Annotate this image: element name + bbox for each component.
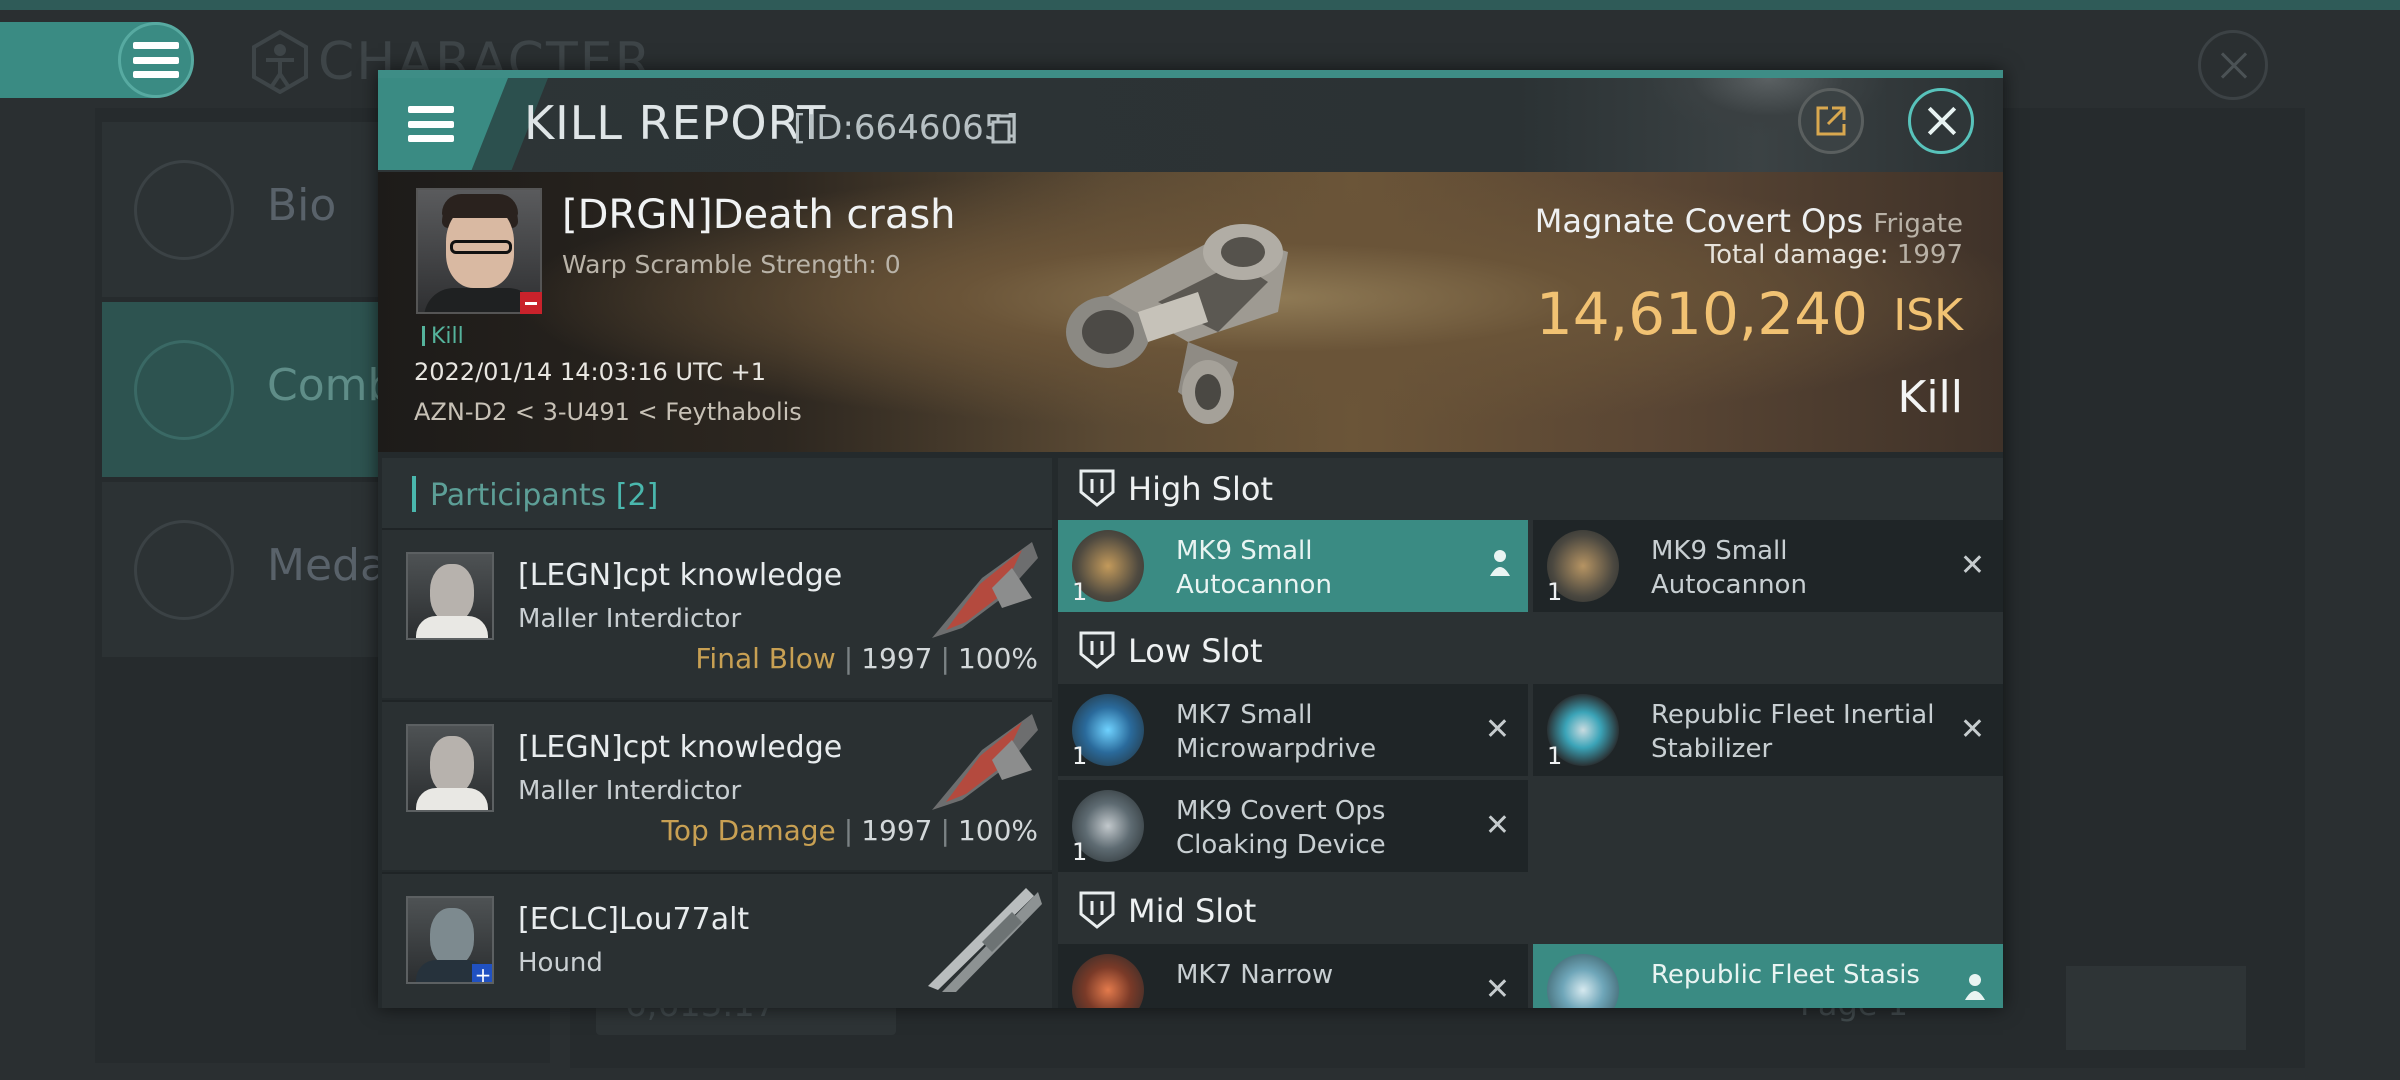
participant-ship-image xyxy=(932,542,1038,638)
participant-name: [ECLC]Lou77alt xyxy=(518,902,750,937)
participant-row[interactable]: [LEGN]cpt knowledge Maller Interdictor F… xyxy=(382,528,1052,698)
participant-ship: Maller Interdictor xyxy=(518,604,742,634)
warp-scramble-text: Warp Scramble Strength: 0 xyxy=(562,250,901,279)
isk-unit: ISK xyxy=(1893,290,1963,341)
menu-icon xyxy=(133,42,179,78)
module-quantity: 1 xyxy=(1072,578,1088,606)
module-quantity: 1 xyxy=(1072,742,1088,770)
victim-ship-image[interactable] xyxy=(1038,192,1318,432)
kill-tag: Kill xyxy=(422,324,464,349)
stasis-webifier-icon xyxy=(1547,954,1619,1008)
kill-timestamp: 2022/01/14 14:03:16 UTC +1 xyxy=(414,358,766,386)
shield-slot-icon xyxy=(1079,631,1115,669)
participant-avatar[interactable] xyxy=(406,724,494,812)
standing-minus-icon xyxy=(520,292,542,314)
participant-stats: Top Damage | 1997 | 100% xyxy=(661,814,1038,847)
slot-title: High Slot xyxy=(1128,470,1274,508)
participant-ship: Hound xyxy=(518,948,603,978)
destroyed-icon: ✕ xyxy=(1484,712,1510,747)
victim-ship-class: Frigate xyxy=(1873,209,1963,239)
top-accent-line xyxy=(0,0,2400,10)
kill-report-dialog: KILL REPORT [ID:6646065] [DRGN]Death cra… xyxy=(378,70,2003,1008)
destroyed-icon: ✕ xyxy=(1484,972,1510,1007)
participants-title: Participants [2] xyxy=(430,478,659,513)
share-button[interactable] xyxy=(1798,88,1864,154)
character-icon xyxy=(252,30,308,94)
high-slot-header: High Slot xyxy=(1058,458,2003,516)
participant-row[interactable]: + [ECLC]Lou77alt Hound xyxy=(382,872,1052,1008)
kill-result: Kill xyxy=(1897,372,1963,423)
module-quantity: 1 xyxy=(1547,578,1563,606)
module-item[interactable]: 1 MK9 Small Autocannon ✕ xyxy=(1533,520,2003,612)
slot-title: Mid Slot xyxy=(1128,892,1257,930)
dialog-title: KILL REPORT xyxy=(524,96,827,150)
warp-scrambler-icon xyxy=(1072,954,1144,1008)
module-quantity: 1 xyxy=(1547,742,1563,770)
module-name: MK9 Small Autocannon xyxy=(1651,536,1807,600)
shield-slot-icon xyxy=(1079,891,1115,929)
module-item[interactable]: 1 MK9 Small Autocannon xyxy=(1058,520,1528,612)
participants-header: Participants [2] xyxy=(382,458,1052,528)
module-name: Republic Fleet Inertial Stabilizer xyxy=(1651,700,1935,764)
module-quantity: 1 xyxy=(1072,838,1088,866)
victim-ship-name[interactable]: Magnate Covert Ops Frigate xyxy=(1535,202,1963,240)
participant-row[interactable]: [LEGN]cpt knowledge Maller Interdictor T… xyxy=(382,700,1052,870)
participant-stats: Final Blow | 1997 | 100% xyxy=(695,642,1038,675)
filter-button[interactable] xyxy=(2066,966,2246,1050)
shield-slot-icon xyxy=(1079,469,1115,507)
participants-panel: Participants [2] [LEGN]cpt knowledge Mal… xyxy=(382,458,1052,1008)
destroyed-icon: ✕ xyxy=(1959,548,1985,583)
kill-id: [ID:6646065] xyxy=(793,108,1019,148)
module-item[interactable]: MK7 Narrow ✕ xyxy=(1058,944,1528,1008)
person-icon xyxy=(1490,550,1510,576)
copy-icon[interactable] xyxy=(991,114,1017,144)
slot-title: Low Slot xyxy=(1128,632,1263,670)
participant-avatar[interactable]: + xyxy=(406,896,494,984)
module-name: Republic Fleet Stasis xyxy=(1651,960,1920,990)
module-item[interactable]: Republic Fleet Stasis xyxy=(1533,944,2003,1008)
low-slot-header: Low Slot xyxy=(1058,620,2003,678)
sidebar-item-label: Comb xyxy=(267,360,396,411)
module-item[interactable]: 1 MK9 Covert Ops Cloaking Device ✕ xyxy=(1058,780,1528,872)
victim-name[interactable]: [DRGN]Death crash xyxy=(562,192,956,238)
close-button[interactable] xyxy=(1908,88,1974,154)
victim-banner: [DRGN]Death crash Warp Scramble Strength… xyxy=(378,172,2003,452)
module-name: MK7 Narrow xyxy=(1176,960,1334,990)
participant-name: [LEGN]cpt knowledge xyxy=(518,730,843,765)
fitting-panel: High Slot 1 MK9 Small Autocannon 1 MK9 S… xyxy=(1058,458,2003,1008)
main-menu-button[interactable] xyxy=(118,22,194,98)
sidebar-item-label: Bio xyxy=(267,180,337,231)
module-item[interactable]: 1 MK7 Small Microwarpdrive ✕ xyxy=(1058,684,1528,776)
participant-ship-image xyxy=(932,714,1038,810)
total-damage: Total damage: 1997 xyxy=(1704,240,1963,270)
module-name: MK9 Covert Ops Cloaking Device xyxy=(1176,796,1386,860)
participant-ship-image xyxy=(928,888,1042,992)
star-icon xyxy=(134,520,234,620)
dialog-accent-bar xyxy=(378,70,2003,78)
standing-plus-icon: + xyxy=(472,964,492,982)
participant-avatar[interactable] xyxy=(406,552,494,640)
kill-location: AZN-D2 < 3-U491 < Feythabolis xyxy=(414,398,802,426)
header-accent xyxy=(412,476,416,512)
module-item[interactable]: 1 Republic Fleet Inertial Stabilizer ✕ xyxy=(1533,684,2003,776)
module-name: MK9 Small Autocannon xyxy=(1176,536,1332,600)
menu-icon xyxy=(408,106,454,142)
crossed-swords-icon xyxy=(134,340,234,440)
external-link-icon xyxy=(1816,106,1846,136)
isk-value: 14,610,240 xyxy=(1535,280,1868,348)
participant-name: [LEGN]cpt knowledge xyxy=(518,558,843,593)
page-close-button[interactable] xyxy=(2198,30,2268,100)
module-name: MK7 Small Microwarpdrive xyxy=(1176,700,1377,764)
mid-slot-header: Mid Slot xyxy=(1058,880,2003,938)
person-icon xyxy=(1965,974,1985,1000)
destroyed-icon: ✕ xyxy=(1959,712,1985,747)
bio-icon xyxy=(134,160,234,260)
destroyed-icon: ✕ xyxy=(1484,808,1510,843)
participant-ship: Maller Interdictor xyxy=(518,776,742,806)
